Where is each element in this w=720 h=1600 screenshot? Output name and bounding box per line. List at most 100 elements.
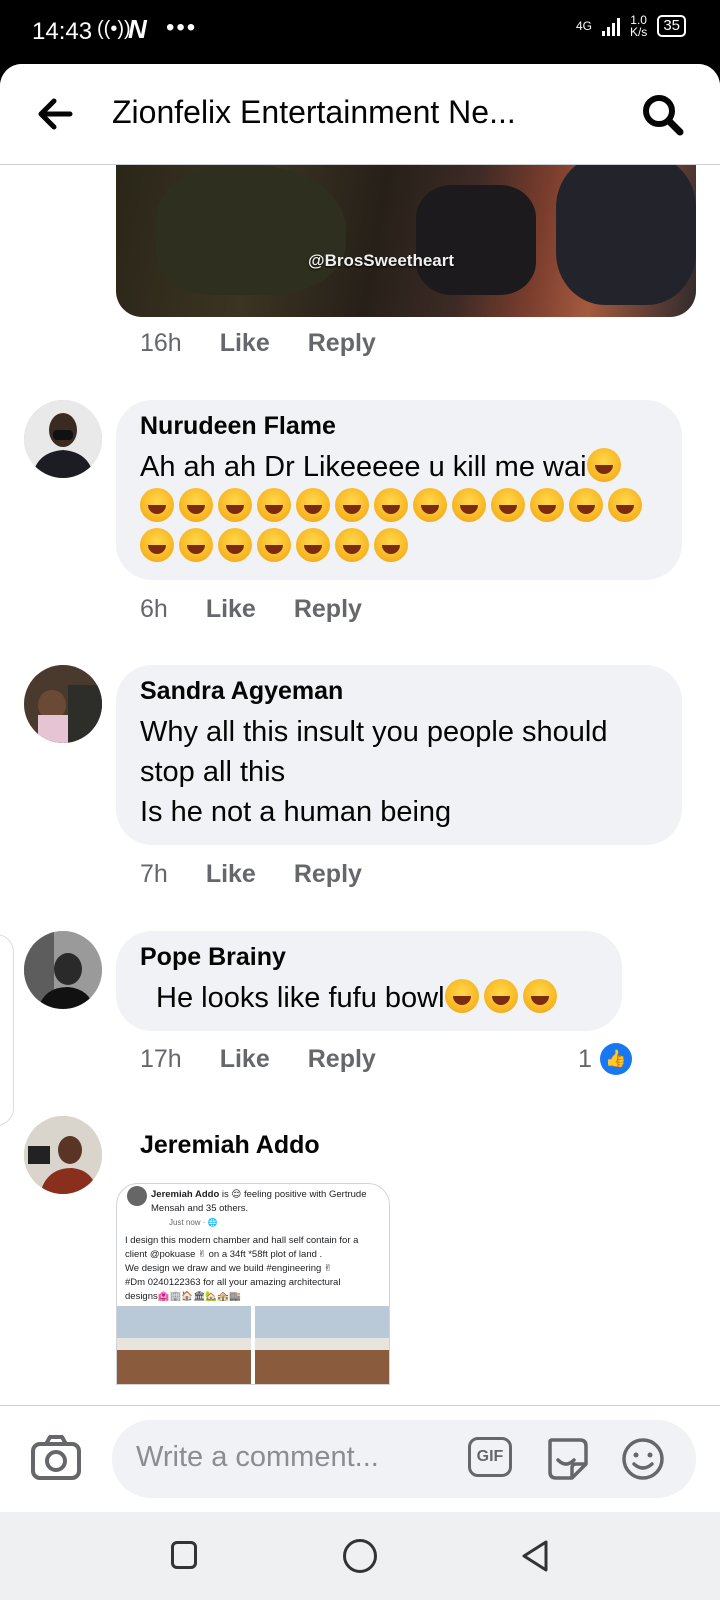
avatar[interactable] xyxy=(24,400,102,478)
hotspot-icon: ((•)) xyxy=(97,18,131,40)
shared-post-line: We design we draw and we build #engineer… xyxy=(125,1263,332,1274)
laughing-emoji-icon xyxy=(335,488,369,522)
comment-text-line: Is he not a human being xyxy=(140,796,452,828)
reply-button[interactable]: Reply xyxy=(294,860,362,889)
header: Zionfelix Entertainment Ne... xyxy=(0,64,720,165)
laughing-emoji-icon xyxy=(586,448,621,482)
emoji-row xyxy=(444,979,562,1014)
laughing-emoji-icon xyxy=(444,979,479,1013)
avatar[interactable] xyxy=(24,665,102,743)
comment-text: Ah ah ah Dr Likeeeee u kill me wai xyxy=(140,447,658,567)
avatar-pope-image xyxy=(24,931,102,1009)
nav-back-icon[interactable] xyxy=(518,1538,552,1574)
network-type: 4G xyxy=(575,19,592,33)
like-button[interactable]: Like xyxy=(220,1045,270,1074)
shared-post-line: designs🏩🏢🏠🏛🏡🏤🏬 xyxy=(125,1291,241,1302)
system-nav-bar xyxy=(0,1512,720,1600)
comment-time: 6h xyxy=(140,595,168,623)
shared-post-images xyxy=(117,1306,389,1384)
status-bar: 14:43 ((•)) N ••• 4G 1.0 K/s 35 xyxy=(0,0,720,64)
building-image xyxy=(117,1306,251,1384)
app-sheet: Zionfelix Entertainment Ne... @BrosSweet… xyxy=(0,64,720,1600)
shared-post-header: Jeremiah Addo is 😌 feeling positive with… xyxy=(117,1184,389,1216)
shared-post-line: I design this modern chamber and hall se… xyxy=(125,1235,359,1246)
laughing-emoji-icon xyxy=(140,488,174,522)
home-button[interactable] xyxy=(343,1539,377,1573)
comment-composer: Write a comment... GIF xyxy=(0,1405,720,1513)
laughing-emoji-icon xyxy=(296,528,330,562)
smile-icon[interactable] xyxy=(620,1436,666,1482)
shared-post-card[interactable]: Jeremiah Addo is 😌 feeling positive with… xyxy=(116,1183,390,1385)
comment-meta: 6h Like Reply xyxy=(140,595,362,624)
net-speed: 1.0 K/s xyxy=(630,14,647,38)
comments-feed[interactable]: @BrosSweetheart 16h Like Reply Nurudeen … xyxy=(0,165,720,1405)
comment-meta: 7h Like Reply xyxy=(140,860,362,889)
more-notifications-icon: ••• xyxy=(166,14,198,41)
carrier-logo: N xyxy=(128,14,147,44)
avatar-sandra-image xyxy=(24,665,102,743)
page-title: Zionfelix Entertainment Ne... xyxy=(112,94,516,130)
laughing-emoji-icon xyxy=(530,488,564,522)
like-button[interactable]: Like xyxy=(206,860,256,889)
comment-time: 16h xyxy=(140,329,182,357)
comment-meta: 17h Like Reply xyxy=(140,1045,376,1074)
comment-bubble[interactable]: Nurudeen Flame Ah ah ah Dr Likeeeee u ki… xyxy=(116,400,682,580)
search-icon[interactable] xyxy=(640,92,686,138)
laughing-emoji-icon xyxy=(491,488,525,522)
laughing-emoji-icon xyxy=(452,488,486,522)
like-button[interactable]: Like xyxy=(220,329,270,358)
comment-time: 17h xyxy=(140,1045,182,1073)
laughing-emoji-icon xyxy=(374,488,408,522)
reply-button[interactable]: Reply xyxy=(308,1045,376,1074)
laughing-emoji-icon xyxy=(522,979,557,1013)
reply-button[interactable]: Reply xyxy=(294,595,362,624)
avatar[interactable] xyxy=(24,931,102,1009)
comment-author[interactable]: Sandra Agyeman xyxy=(140,677,658,706)
photo-meta: 16h Like Reply xyxy=(140,329,376,358)
laughing-emoji-icon xyxy=(218,528,252,562)
comment-author[interactable]: Nurudeen Flame xyxy=(140,412,658,441)
avatar-jeremiah-image xyxy=(24,1116,102,1194)
gif-button[interactable]: GIF xyxy=(468,1437,512,1477)
reaction-count[interactable]: 1 👍 xyxy=(578,1043,632,1075)
shared-post-line: #Dm 0240122363 for all your amazing arch… xyxy=(125,1277,341,1288)
battery-icon: 35 xyxy=(657,15,686,37)
laughing-emoji-icon xyxy=(257,488,291,522)
sticker-icon[interactable] xyxy=(544,1434,592,1482)
thumbs-up-icon: 👍 xyxy=(599,1043,632,1075)
laughing-emoji-icon xyxy=(413,488,447,522)
laughing-emoji-icon xyxy=(179,488,213,522)
laughing-emoji-icon xyxy=(335,528,369,562)
comment-bubble[interactable]: Pope Brainy He looks like fufu bowl xyxy=(116,931,622,1031)
laughing-emoji-icon xyxy=(374,528,408,562)
comment-input[interactable]: Write a comment... GIF xyxy=(112,1420,696,1498)
recents-button[interactable] xyxy=(171,1541,197,1569)
comment-time: 7h xyxy=(140,860,168,888)
laughing-emoji-icon xyxy=(257,528,291,562)
comment-photo[interactable]: @BrosSweetheart xyxy=(116,165,696,317)
shared-post-author: Jeremiah Addo xyxy=(151,1189,220,1200)
comment-author[interactable]: Jeremiah Addo xyxy=(140,1131,320,1160)
laughing-emoji-icon xyxy=(296,488,330,522)
laughing-emoji-icon xyxy=(483,979,518,1013)
status-right: 4G 1.0 K/s 35 xyxy=(576,14,686,38)
avatar-nurudeen-image xyxy=(24,400,102,478)
comment-text: He looks like fufu bowl xyxy=(140,978,598,1018)
laughing-emoji-icon xyxy=(179,528,213,562)
edge-panel-handle[interactable] xyxy=(0,934,14,1126)
like-button[interactable]: Like xyxy=(206,595,256,624)
emoji-row xyxy=(140,528,413,563)
reply-button[interactable]: Reply xyxy=(308,329,376,358)
comment-input-placeholder: Write a comment... xyxy=(136,1441,379,1473)
photo-watermark: @BrosSweetheart xyxy=(308,251,455,270)
shared-post-time: Just now · 🌐 xyxy=(169,1218,218,1227)
avatar[interactable] xyxy=(24,1116,102,1194)
comment-author[interactable]: Pope Brainy xyxy=(140,943,598,972)
net-speed-unit: K/s xyxy=(629,25,648,39)
camera-icon[interactable] xyxy=(30,1432,82,1484)
laughing-emoji-icon xyxy=(218,488,252,522)
arrow-left-icon[interactable] xyxy=(34,94,74,134)
building-image xyxy=(255,1306,389,1384)
signal-icon xyxy=(601,16,620,36)
comment-bubble[interactable]: Sandra Agyeman Why all this insult you p… xyxy=(116,665,682,845)
